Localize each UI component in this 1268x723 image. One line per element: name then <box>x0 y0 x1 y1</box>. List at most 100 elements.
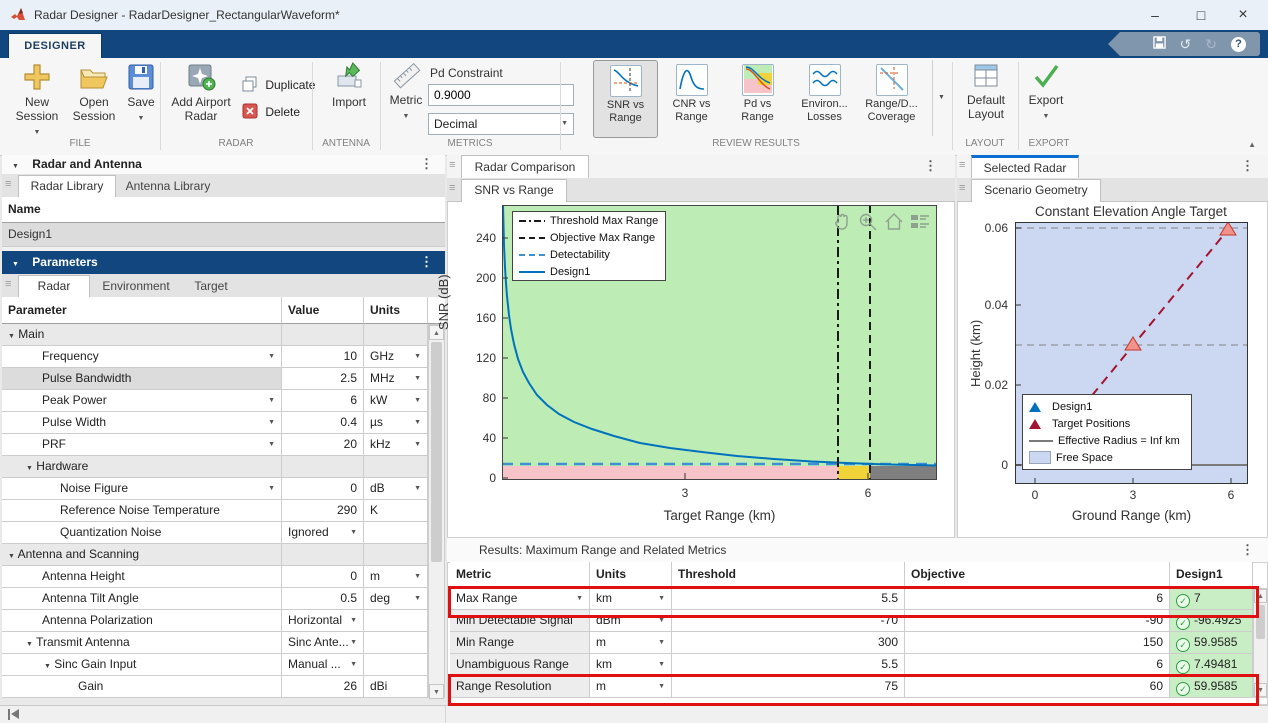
chevron-down-icon: ▼ <box>658 676 665 697</box>
y-axis-label: Height (km) <box>968 320 983 387</box>
environment-losses-button[interactable]: Environ...Losses <box>793 60 856 136</box>
beyond-objective-region <box>870 466 937 480</box>
tab-target[interactable]: Target <box>182 275 240 297</box>
threshold-region <box>502 466 838 480</box>
tab-environment[interactable]: Environment <box>90 275 182 297</box>
pass-check-icon: ✓ <box>1176 638 1190 652</box>
library-tabbar: ≡ Radar Library Antenna Library <box>2 174 445 198</box>
tab-radar-library[interactable]: Radar Library <box>18 175 116 198</box>
save-button[interactable]: Save▼ <box>124 62 158 126</box>
y-tick: 80 <box>466 391 496 405</box>
minimize-button[interactable]: – <box>1134 0 1176 30</box>
y-tick: 0 <box>466 471 496 485</box>
chevron-down-icon: ▼ <box>414 566 421 587</box>
parameters-scrollbar[interactable]: ▲ ▼ <box>428 324 445 698</box>
range-doppler-coverage-button[interactable]: Range/D...Coverage <box>860 60 923 136</box>
format-select[interactable]: Decimal ▼ <box>428 113 574 135</box>
export-check-icon <box>1031 62 1061 90</box>
help-icon[interactable]: ? <box>1231 37 1246 52</box>
x-axis-label: Target Range (km) <box>602 508 837 523</box>
close-button[interactable]: × <box>1222 0 1264 30</box>
snr-vs-range-button[interactable]: SNR vsRange <box>593 60 658 138</box>
redo-icon[interactable]: ↻ <box>1205 37 1217 51</box>
collapse-ribbon-icon[interactable]: ▲ <box>1248 140 1256 149</box>
delete-button[interactable]: Delete <box>242 103 300 119</box>
section-label-file: FILE <box>0 138 160 152</box>
tab-radar[interactable]: Radar <box>18 275 90 298</box>
gallery-expand-button[interactable]: ▼ <box>932 60 950 136</box>
export-button[interactable]: Export▼ <box>1022 62 1070 124</box>
range-doppler-coverage-icon <box>876 64 908 96</box>
collapse-group-icon: ▼ <box>26 465 33 472</box>
import-button[interactable]: Import <box>322 62 376 109</box>
chevron-down-icon: ▼ <box>414 368 421 389</box>
title-bar: Radar Designer - RadarDesigner_Rectangul… <box>0 0 1268 31</box>
drag-handle-icon[interactable]: ≡ <box>449 182 455 194</box>
chevron-down-icon: ▼ <box>350 654 357 675</box>
layers-list-icon[interactable] <box>910 212 930 232</box>
tab-antenna-library[interactable]: Antenna Library <box>116 175 220 197</box>
tab-scenario-geometry[interactable]: Scenario Geometry <box>971 179 1101 202</box>
drag-handle-icon[interactable]: ≡ <box>5 278 11 290</box>
pd-vs-range-button[interactable]: Pd vsRange <box>726 60 789 136</box>
add-airport-radar-button[interactable]: Add AirportRadar <box>166 62 236 123</box>
results-scrollbar[interactable]: ▲ ▼ <box>1253 588 1268 698</box>
environment-losses-icon <box>809 64 841 96</box>
zoom-icon[interactable] <box>858 212 878 232</box>
home-icon[interactable] <box>884 212 904 232</box>
panel-menu-icon[interactable]: ⋮ <box>1241 161 1254 171</box>
pan-hand-icon[interactable] <box>832 212 852 232</box>
panel-title: Parameters <box>32 255 97 269</box>
results-col-units: Units <box>590 562 672 588</box>
cnr-vs-range-button[interactable]: CNR vsRange <box>660 60 723 136</box>
default-layout-button[interactable]: DefaultLayout <box>958 62 1014 121</box>
x-tick: 3 <box>675 486 695 500</box>
drag-handle-icon[interactable]: ≡ <box>959 182 965 194</box>
section-label-layout: LAYOUT <box>952 138 1018 152</box>
collapse-group-icon: ▼ <box>8 333 15 340</box>
undo-icon[interactable]: ↺ <box>1180 37 1192 51</box>
tab-radar-comparison[interactable]: Radar Comparison <box>461 155 589 179</box>
drag-handle-icon[interactable]: ≡ <box>5 178 11 190</box>
scrollbar-thumb <box>431 342 442 562</box>
chevron-down-icon: ▼ <box>268 346 275 367</box>
tab-selected-radar[interactable]: Selected Radar <box>971 155 1079 178</box>
design-row[interactable]: Design1 <box>2 223 445 247</box>
y-tick: 0 <box>976 458 1008 472</box>
chevron-down-icon: ▼ <box>138 115 145 122</box>
collapse-panel-icon[interactable]: ▼ <box>12 163 19 170</box>
scroll-down-icon: ▼ <box>1254 683 1267 697</box>
x-tick: 6 <box>858 486 878 500</box>
panel-menu-icon[interactable]: ⋮ <box>924 161 937 171</box>
collapse-panel-icon[interactable]: ▼ <box>12 261 19 268</box>
scroll-down-icon: ▼ <box>429 684 444 699</box>
quick-save-icon[interactable] <box>1153 36 1166 52</box>
scroll-up-icon: ▲ <box>1254 589 1267 603</box>
results-col-design1: Design1 <box>1170 562 1253 588</box>
panel-menu-icon[interactable]: ⋮ <box>420 159 433 169</box>
duplicate-icon <box>242 76 258 92</box>
drag-handle-icon[interactable]: ≡ <box>959 159 965 171</box>
blue-line-sample <box>519 269 545 275</box>
tab-designer[interactable]: DESIGNER <box>8 33 102 59</box>
x-axis-label: Ground Range (km) <box>1015 508 1248 523</box>
y-tick: 200 <box>466 271 496 285</box>
ruler-icon <box>391 62 421 90</box>
duplicate-button[interactable]: Duplicate <box>242 76 315 92</box>
tab-snr-vs-range[interactable]: SNR vs Range <box>461 179 567 202</box>
chevron-down-icon: ▼ <box>414 346 421 367</box>
gray-line-sample <box>1029 438 1053 444</box>
panel-menu-icon[interactable]: ⋮ <box>420 257 433 267</box>
drag-handle-icon[interactable]: ≡ <box>449 159 455 171</box>
scrollbar-thumb <box>1256 605 1265 639</box>
blue-dashed-line-sample <box>519 252 545 258</box>
pd-constraint-input[interactable] <box>428 84 574 106</box>
metric-button[interactable]: Metric▼ <box>386 62 426 124</box>
panel-menu-icon[interactable]: ⋮ <box>1241 545 1254 555</box>
maximize-button[interactable]: □ <box>1180 0 1222 30</box>
new-session-button[interactable]: NewSession ▼ <box>12 62 62 140</box>
section-label-review: REVIEW RESULTS <box>560 138 952 152</box>
collapse-left-panel-icon[interactable] <box>8 709 20 720</box>
open-session-button[interactable]: OpenSession <box>66 62 122 123</box>
collapse-group-icon: ▼ <box>26 641 33 648</box>
